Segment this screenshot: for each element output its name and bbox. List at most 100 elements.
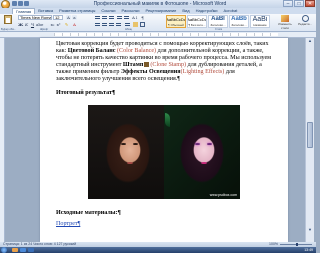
result-heading: Итоговый результат¶ [56,90,116,96]
title-bar: Профессиональный макияж в Фотошопе - Mic… [0,0,316,9]
style-sample: AaBi [252,16,268,23]
style-sample: AaBb [231,16,247,22]
highlight-color-icon[interactable]: ✎ [64,22,69,27]
eye [121,143,126,145]
image-watermark: www.psdbox.com [209,193,237,197]
paragraph-group: A↓ ¶ [95,15,165,28]
style-label: ¶ Без инте... [188,23,206,27]
lips [127,162,133,164]
align-right-icon[interactable] [109,22,114,27]
clone-stamp-icon [144,62,150,67]
maximize-button[interactable]: □ [294,0,304,7]
bullets-icon[interactable] [95,15,100,20]
shading-icon[interactable] [133,22,138,27]
style-title[interactable]: AaBi Название [250,15,270,28]
paste-icon [4,15,12,24]
clock: 13:49 [304,248,313,252]
taskbar-app-icon[interactable] [12,248,18,252]
style-label: Заголово... [231,23,247,27]
style-no-spacing[interactable]: AaBbCcDc ¶ Без инте... [187,15,207,28]
quick-access-toolbar [12,1,29,7]
eye [195,143,200,145]
editing-button[interactable]: Редакти... [297,15,313,28]
english-term: (Clone Stamp) [150,62,187,68]
numbering-icon[interactable] [102,15,107,20]
line-spacing-icon[interactable] [125,22,130,27]
styles-gallery: AaBbCcDc ¶ Обычный AaBbCcDc ¶ Без инте..… [166,15,270,28]
change-styles-icon [281,15,289,22]
ruler-ticks [54,33,278,36]
bold-term: Цветовой Баланс [67,48,116,54]
style-label: Заголово... [210,23,226,27]
taskbar-app-icon[interactable] [20,248,26,252]
grow-font-icon[interactable]: A [66,15,71,20]
style-label: ¶ Обычный [168,23,184,27]
paste-button[interactable] [2,15,14,28]
group-label-styles: Стили [215,28,223,31]
superscript-icon[interactable]: x² [56,22,61,27]
style-sample: AaBbCcDc [187,17,207,22]
leaf-decoration [165,113,170,127]
english-term: (Lighting Effects) [180,69,225,75]
scroll-thumb[interactable] [307,122,313,148]
justify-icon[interactable] [116,22,121,27]
vertical-ruler[interactable] [0,38,5,242]
before-after-image[interactable]: www.psdbox.com [88,105,241,199]
font-color-icon[interactable]: A [72,22,77,27]
strikethrough-icon[interactable]: abe [36,22,43,27]
eye [133,143,138,145]
align-center-icon[interactable] [102,22,107,27]
ribbon-group-labels: Буфер обм... Шрифт Абзац Стили [0,28,316,31]
editing-label: Редакти... [298,22,312,26]
taskbar: 13:49 [0,247,316,253]
close-button[interactable]: ✕ [305,0,315,7]
scroll-up-icon[interactable]: ▲ [307,38,313,43]
photo-before [88,105,164,199]
font-name-dropdown[interactable]: Times New Roman [18,15,52,20]
shrink-font-icon[interactable]: a [72,15,77,20]
bold-button[interactable]: Ж [18,22,23,27]
italic-button[interactable]: К [24,22,29,27]
start-button[interactable] [1,247,7,253]
minimize-button[interactable]: – [283,0,293,7]
portrait-link[interactable]: Портрет¶ [56,221,80,227]
paragraph-intro: Цветовая коррекция будет проводиться с п… [56,41,276,83]
group-label-paragraph: Абзац [125,28,133,31]
undo-icon[interactable] [18,1,23,6]
underline-button[interactable]: Ч [30,22,35,27]
lips [201,162,207,164]
photo-after: www.psdbox.com [164,105,240,199]
style-sample: AaBbCcDc [166,17,186,22]
source-heading: Исходные материалы:¶ [56,210,121,216]
find-icon [301,15,309,22]
style-label: Название [253,23,267,27]
style-normal[interactable]: AaBbCcDc ¶ Обычный [166,15,186,28]
sort-icon[interactable]: A↓ [132,15,138,20]
style-heading-1[interactable]: AaBl Заголово... [208,15,228,28]
borders-icon[interactable] [140,22,145,27]
style-heading-2[interactable]: AaBb Заголово... [229,15,249,28]
save-icon[interactable] [12,1,17,6]
taskbar-word-icon[interactable] [28,248,34,252]
english-term: (Color Balance) [116,48,157,54]
vertical-scrollbar[interactable]: ▲ ▼ [305,38,314,242]
align-left-icon[interactable] [95,22,100,27]
font-size-dropdown[interactable]: 12 [53,15,63,20]
group-label-clipboard: Буфер обм... [1,28,16,31]
document-page[interactable]: Цветовая коррекция будет проводиться с п… [40,38,288,242]
decrease-indent-icon[interactable] [117,15,122,20]
multilevel-list-icon[interactable] [109,15,114,20]
eye [207,143,212,145]
change-styles-button[interactable]: Изменить стили [276,15,294,30]
increase-indent-icon[interactable] [124,15,129,20]
scroll-down-icon[interactable]: ▼ [307,227,313,232]
show-marks-icon[interactable]: ¶ [140,15,145,20]
subscript-icon[interactable]: x₂ [50,22,55,27]
redo-icon[interactable] [24,1,29,6]
bold-term: Штамп [122,62,144,68]
zoom-slider-handle[interactable] [296,243,298,246]
bold-term: Эффекты Освещения [120,69,181,75]
group-label-font: Шрифт [40,28,49,31]
ribbon: Times New Roman 12 A a Ж К Ч abe x₂ x² ✎… [0,14,316,32]
style-sample: AaBl [211,16,225,22]
